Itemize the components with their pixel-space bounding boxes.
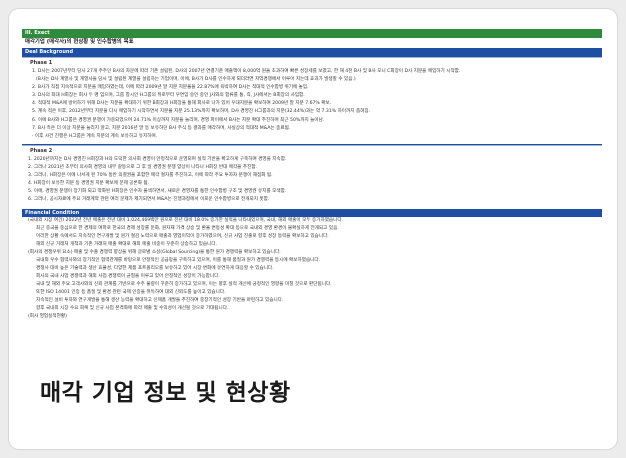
phase2-header: Phase 2 xyxy=(22,144,602,156)
phase1-line: 3. D사의 최대 H회장는 회사 두 명 임으며, 그룹 창시인 H그룹의 뒤… xyxy=(32,93,305,99)
phase1-line: 4. 적대적 M&A에 방어하기 위해 D사는 지분을 확대하기 위한 B회장과… xyxy=(32,101,332,107)
financial-line: 최근 중국을 중심으로 한 경제의 여파로 한국의 경제 성장률 둔화, 원자재… xyxy=(36,226,339,232)
financial-line: (회사의 경쟁우위 요소) 매출 및 수출 경쟁력 향상을 위해 글로벌 소싱(… xyxy=(28,250,281,256)
financial-line: 이러한 상황 속에서도 지속적인 연구개발 및 원가 절감 노력으로 매출과 영… xyxy=(36,234,329,240)
financial-line: (회사 영업실적현황) xyxy=(28,314,67,320)
phase1-line: 2. B사가 직접 지속적으로 지분을 매입하였는데, 이에 따라 2009년 … xyxy=(32,85,309,91)
slide-card: III. Exect 매각기업 (매각사)의 현상황 및 인수합병의 목표 De… xyxy=(9,9,617,449)
phase1-section: Phase 1 1. D사는 2007년부터 당사 27개 주주인 B사의 자문… xyxy=(22,56,602,141)
phase2-line: 4. H회장이 보유한 지분 등 경영권 지분 확보에 문제 공론화 됨. xyxy=(28,181,150,187)
deal-background-header: Deal Background xyxy=(22,48,602,56)
phase2-line: 1. 2020년까지는 D사 경영진 H회장과 H의 도덕한 의사회 경영이 안… xyxy=(28,156,287,162)
financial-condition-header: Financial Condition xyxy=(22,209,602,218)
financial-line: 향후 국내외 시장 수요 회복 및 신규 사업 본격화에 따라 매출 및 수익성… xyxy=(36,306,229,312)
financial-line: 회사의 국내 사업 경쟁력과 해외 사업 경쟁력이 균형을 이루고 있어 안정적… xyxy=(36,274,220,280)
phase1-line: 6. 이에 B사와 H그룹은 경영권 분쟁이 가중되었으며 24.71% 이상까… xyxy=(32,117,325,123)
phase2-line: 2. 그러나 2021년 초부터 의사회 경영의 내부 갈등으로 그 후 일 경… xyxy=(28,164,258,170)
phase1-line: (B사는 D사 계열사 및 계열사들 당사 및 설립된 계열을 설립하는 기업이… xyxy=(36,77,356,83)
financial-line: 또한 ISO 14001 인증 등 품질 및 환경 관련 국제 인증을 취득하여… xyxy=(36,290,226,296)
phase2-section: Phase 2 1. 2020년까지는 D사 경영진 H회장과 H의 도덕한 의… xyxy=(22,143,602,205)
document-preview: III. Exect 매각기업 (매각사)의 현상황 및 인수합병의 목표 De… xyxy=(22,29,602,354)
phase1-line: 1. D사는 2007년부터 당사 27개 주주인 B사의 자문에 따라 기존 … xyxy=(32,69,461,74)
phase2-line: 3. 그러나, H회장은 이에 나서게 된 70% 동반 의결권을 포함한 매각… xyxy=(28,173,273,179)
phase2-line: 6. 그러나, 공시자료에 주요 거래계약 관련 여러 문제가 제기되면서 M&… xyxy=(28,197,270,203)
document-title: 매각기업 (매각사)의 현상황 및 인수합병의 목표 xyxy=(25,39,134,45)
financial-line: 국내외 우수 협력사와의 장기적인 협력관계를 바탕으로 안정적인 공급망을 구… xyxy=(36,258,321,264)
financial-line: 국내 및 해외 주요 고객사와의 신뢰 관계를 기반으로 수주 물량이 꾸준히 … xyxy=(36,282,332,288)
financial-line: 경쟁사 대비 높은 기술력과 생산 효율성, 다양한 제품 포트폴리오를 보유하… xyxy=(36,266,274,272)
phase1-header: Phase 1 xyxy=(22,57,602,68)
financial-line: 지속적인 설비 투자와 연구개발을 통해 생산 능력을 확대하고 신제품 개발을… xyxy=(36,298,284,304)
phase1-line: 7. B사 측은 더 이상 지분을 늘리지 않고, 지분 2016년 말 등 보… xyxy=(32,125,291,131)
financial-line: 해외 신규 거래처 개척과 기존 거래처 매출 확대로 해외 매출 비중이 꾸준… xyxy=(36,242,218,248)
page-caption: 매각 기업 정보 및 현상황 xyxy=(40,380,291,406)
financial-section: (국내외 시장 여건) 2022년 전년 매출은 전년 대비 1,024,469… xyxy=(22,217,602,321)
phase2-line: 5. 이에, 경영권 분쟁이 장기화 되고 약화된 H회장은 인수자 물색하면서… xyxy=(28,189,287,195)
document-top-label: III. Exect xyxy=(22,29,602,38)
phase1-line: 5. 계속 적은 이후, 2012년부터 지분을 다시 매입하기 시작하면서 지… xyxy=(32,109,371,115)
phase1-line: · 이후 사건 진행은 H그룹은 계속 지분의 계속 보유하고 유지하며. xyxy=(32,133,158,139)
financial-line: (국내외 시장 여건) 2022년 전년 매출은 전년 대비 1,024,469… xyxy=(28,218,344,224)
